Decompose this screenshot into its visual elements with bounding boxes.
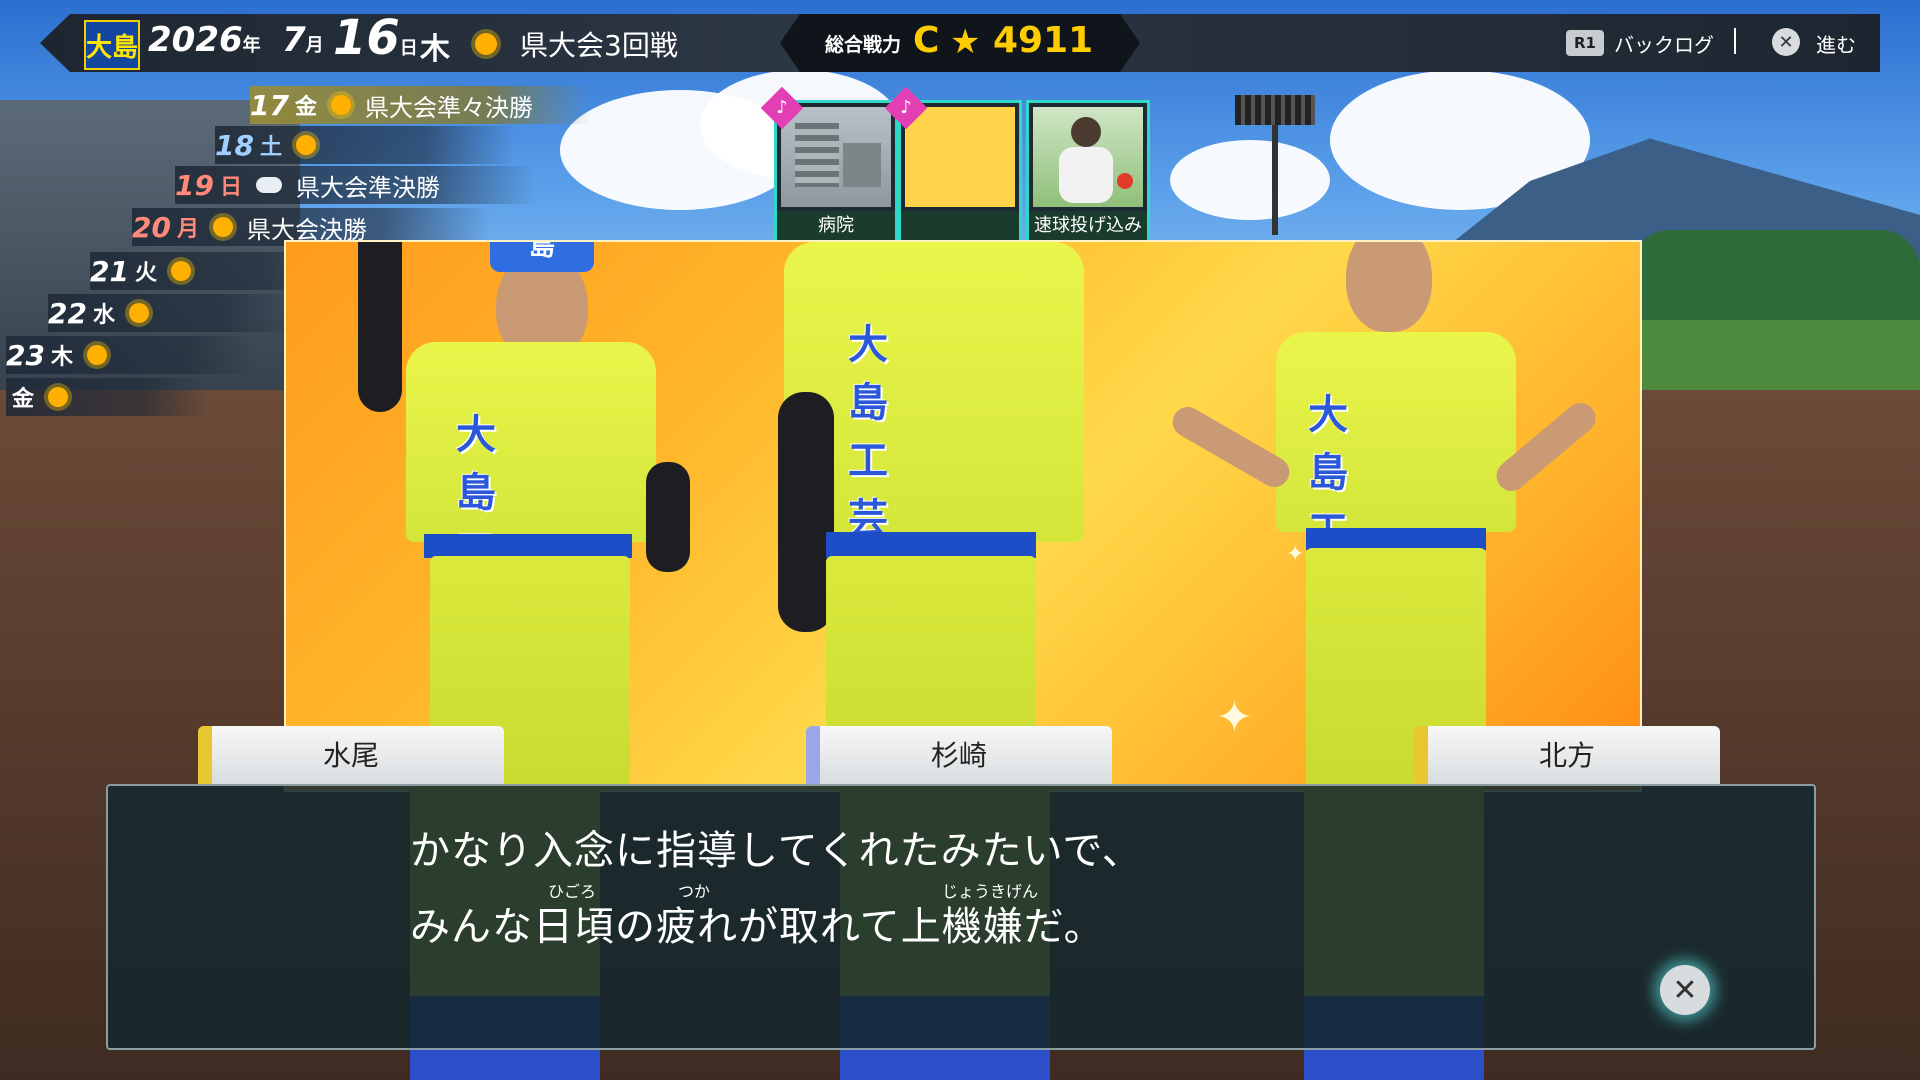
schedule-row: 23 木 bbox=[6, 336, 256, 374]
schedule-day: 22 bbox=[48, 296, 87, 330]
schedule-weekday: 月 bbox=[176, 217, 199, 242]
current-event: 県大会3回戦 bbox=[520, 29, 678, 62]
card-label: 病院 bbox=[777, 211, 895, 241]
date-year: 2026年 bbox=[148, 20, 261, 60]
schedule-weekday: 木 bbox=[50, 345, 73, 370]
sun-icon bbox=[128, 303, 149, 323]
sparkle: ✦ bbox=[1286, 542, 1305, 567]
schedule-row: 金 bbox=[6, 378, 206, 416]
schedule-day: 23 bbox=[6, 338, 45, 372]
schedule-weekday: 土 bbox=[259, 135, 282, 160]
card-label: 速球投げ込み bbox=[1029, 211, 1147, 241]
speaker-nameplate: 北方 bbox=[1414, 726, 1720, 784]
sun-icon bbox=[48, 387, 69, 407]
date-month: 7月 bbox=[282, 20, 324, 60]
schedule-weekday: 水 bbox=[92, 303, 115, 328]
sparkle: ✦ bbox=[1216, 692, 1253, 743]
cross-icon[interactable]: ✕ bbox=[1772, 28, 1800, 56]
star-icon: ★ bbox=[950, 22, 981, 62]
event-card-fastball-practice[interactable]: 速球投げ込み bbox=[1026, 100, 1150, 244]
schedule-row: 17 金 県大会準々決勝 bbox=[250, 86, 590, 124]
hospital-icon bbox=[781, 107, 891, 207]
sun-icon bbox=[295, 135, 316, 155]
speaker-nameplate: 杉崎 bbox=[806, 726, 1112, 784]
team-power-value: 4911 bbox=[993, 20, 1094, 61]
stadium-light bbox=[1235, 95, 1315, 235]
music-note-icon: ♪ bbox=[760, 86, 804, 130]
sun-icon bbox=[475, 33, 497, 55]
schedule-weekday: 日 bbox=[219, 175, 242, 200]
event-stage: ✦ ✦ ✦ ✦ ✦ 島 大島工芸 島 大島工芸 大島工芸 bbox=[284, 240, 1642, 792]
cloud-icon bbox=[255, 177, 282, 193]
card-label bbox=[901, 211, 1019, 241]
date-day: 16日 bbox=[333, 10, 418, 66]
event-card-hospital[interactable]: 病院 ♪ bbox=[760, 86, 898, 244]
advance-label[interactable]: 進む bbox=[1816, 29, 1856, 58]
date-weekday: 木 bbox=[420, 32, 450, 67]
speaker-nameplate: 水尾 bbox=[198, 726, 504, 784]
schedule-row: 19 日 県大会準決勝 bbox=[175, 166, 535, 204]
sun-icon bbox=[86, 345, 107, 365]
schedule-day: 20 bbox=[132, 210, 171, 244]
schedule-row: 18 土 bbox=[215, 126, 515, 164]
schedule-event: 県大会準決勝 bbox=[295, 173, 440, 202]
schedule-weekday: 金 bbox=[12, 387, 35, 412]
outfield-grass bbox=[1630, 320, 1920, 390]
sun-icon bbox=[212, 217, 233, 237]
team-power-label: 総合戦力 bbox=[825, 34, 902, 56]
divider bbox=[1734, 28, 1736, 54]
schedule-row: 22 水 bbox=[48, 294, 298, 332]
sun-icon bbox=[170, 261, 191, 281]
event-card-player[interactable]: ♪ bbox=[884, 86, 1022, 244]
school-badge: 大島 bbox=[84, 20, 140, 70]
schedule-day: 19 bbox=[175, 168, 214, 202]
backlog-button[interactable]: R1 bbox=[1566, 30, 1604, 56]
backlog-label[interactable]: バックログ bbox=[1614, 29, 1714, 58]
schedule-event: 県大会準々決勝 bbox=[364, 93, 533, 122]
schedule-day: 21 bbox=[90, 254, 129, 288]
dialog-line-2: みんな日頃の疲れが取れて上機嫌だ。 bbox=[410, 904, 1105, 950]
advance-cross-icon[interactable]: ✕ bbox=[1660, 965, 1710, 1015]
schedule-weekday: 火 bbox=[134, 261, 157, 286]
schedule-day: 17 bbox=[250, 88, 289, 122]
player-portrait-icon bbox=[905, 107, 1015, 207]
music-note-icon: ♪ bbox=[884, 86, 928, 130]
schedule-weekday: 金 bbox=[294, 95, 317, 120]
schedule-day: 18 bbox=[215, 128, 254, 162]
team-power-grade: C bbox=[913, 20, 940, 61]
dialog-line-1: かなり入念に指導してくれたみたいで、 bbox=[410, 828, 1143, 874]
sun-icon bbox=[330, 95, 351, 115]
pitcher-icon bbox=[1033, 107, 1143, 207]
